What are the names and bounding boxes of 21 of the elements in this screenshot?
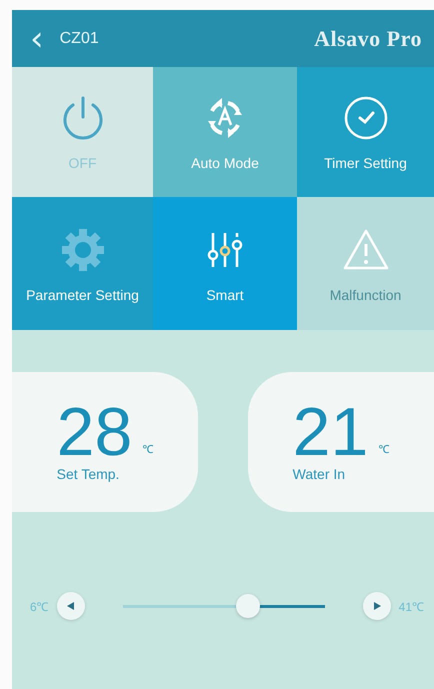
left-triangle-icon bbox=[66, 601, 76, 611]
menu-tile[interactable]: Malfunction bbox=[297, 197, 434, 330]
unit-label: ℃ bbox=[142, 442, 154, 458]
brand-title: Alsavo Pro bbox=[314, 26, 422, 52]
device-name: CZ01 bbox=[60, 30, 99, 48]
temperature-value: 28 bbox=[56, 402, 132, 464]
menu-tile[interactable]: Smart bbox=[153, 197, 297, 330]
decrease-button[interactable] bbox=[56, 592, 85, 620]
reading-label: Water In bbox=[292, 466, 346, 482]
back-button[interactable]: ‹ bbox=[30, 22, 44, 56]
slider-thumb[interactable] bbox=[236, 594, 260, 618]
menu-tile[interactable]: Parameter Setting bbox=[12, 197, 153, 330]
menu-tile[interactable]: Timer Setting bbox=[297, 67, 434, 197]
temperature-value: 21 bbox=[292, 402, 368, 464]
right-triangle-icon bbox=[372, 601, 382, 611]
max-label: 41℃ bbox=[398, 598, 424, 614]
min-label: 6℃ bbox=[30, 598, 49, 614]
reading-label: Set Temp. bbox=[56, 466, 120, 482]
unit-label: ℃ bbox=[378, 442, 390, 458]
increase-button[interactable] bbox=[362, 592, 391, 620]
menu-tile[interactable]: Auto Mode bbox=[153, 67, 297, 197]
